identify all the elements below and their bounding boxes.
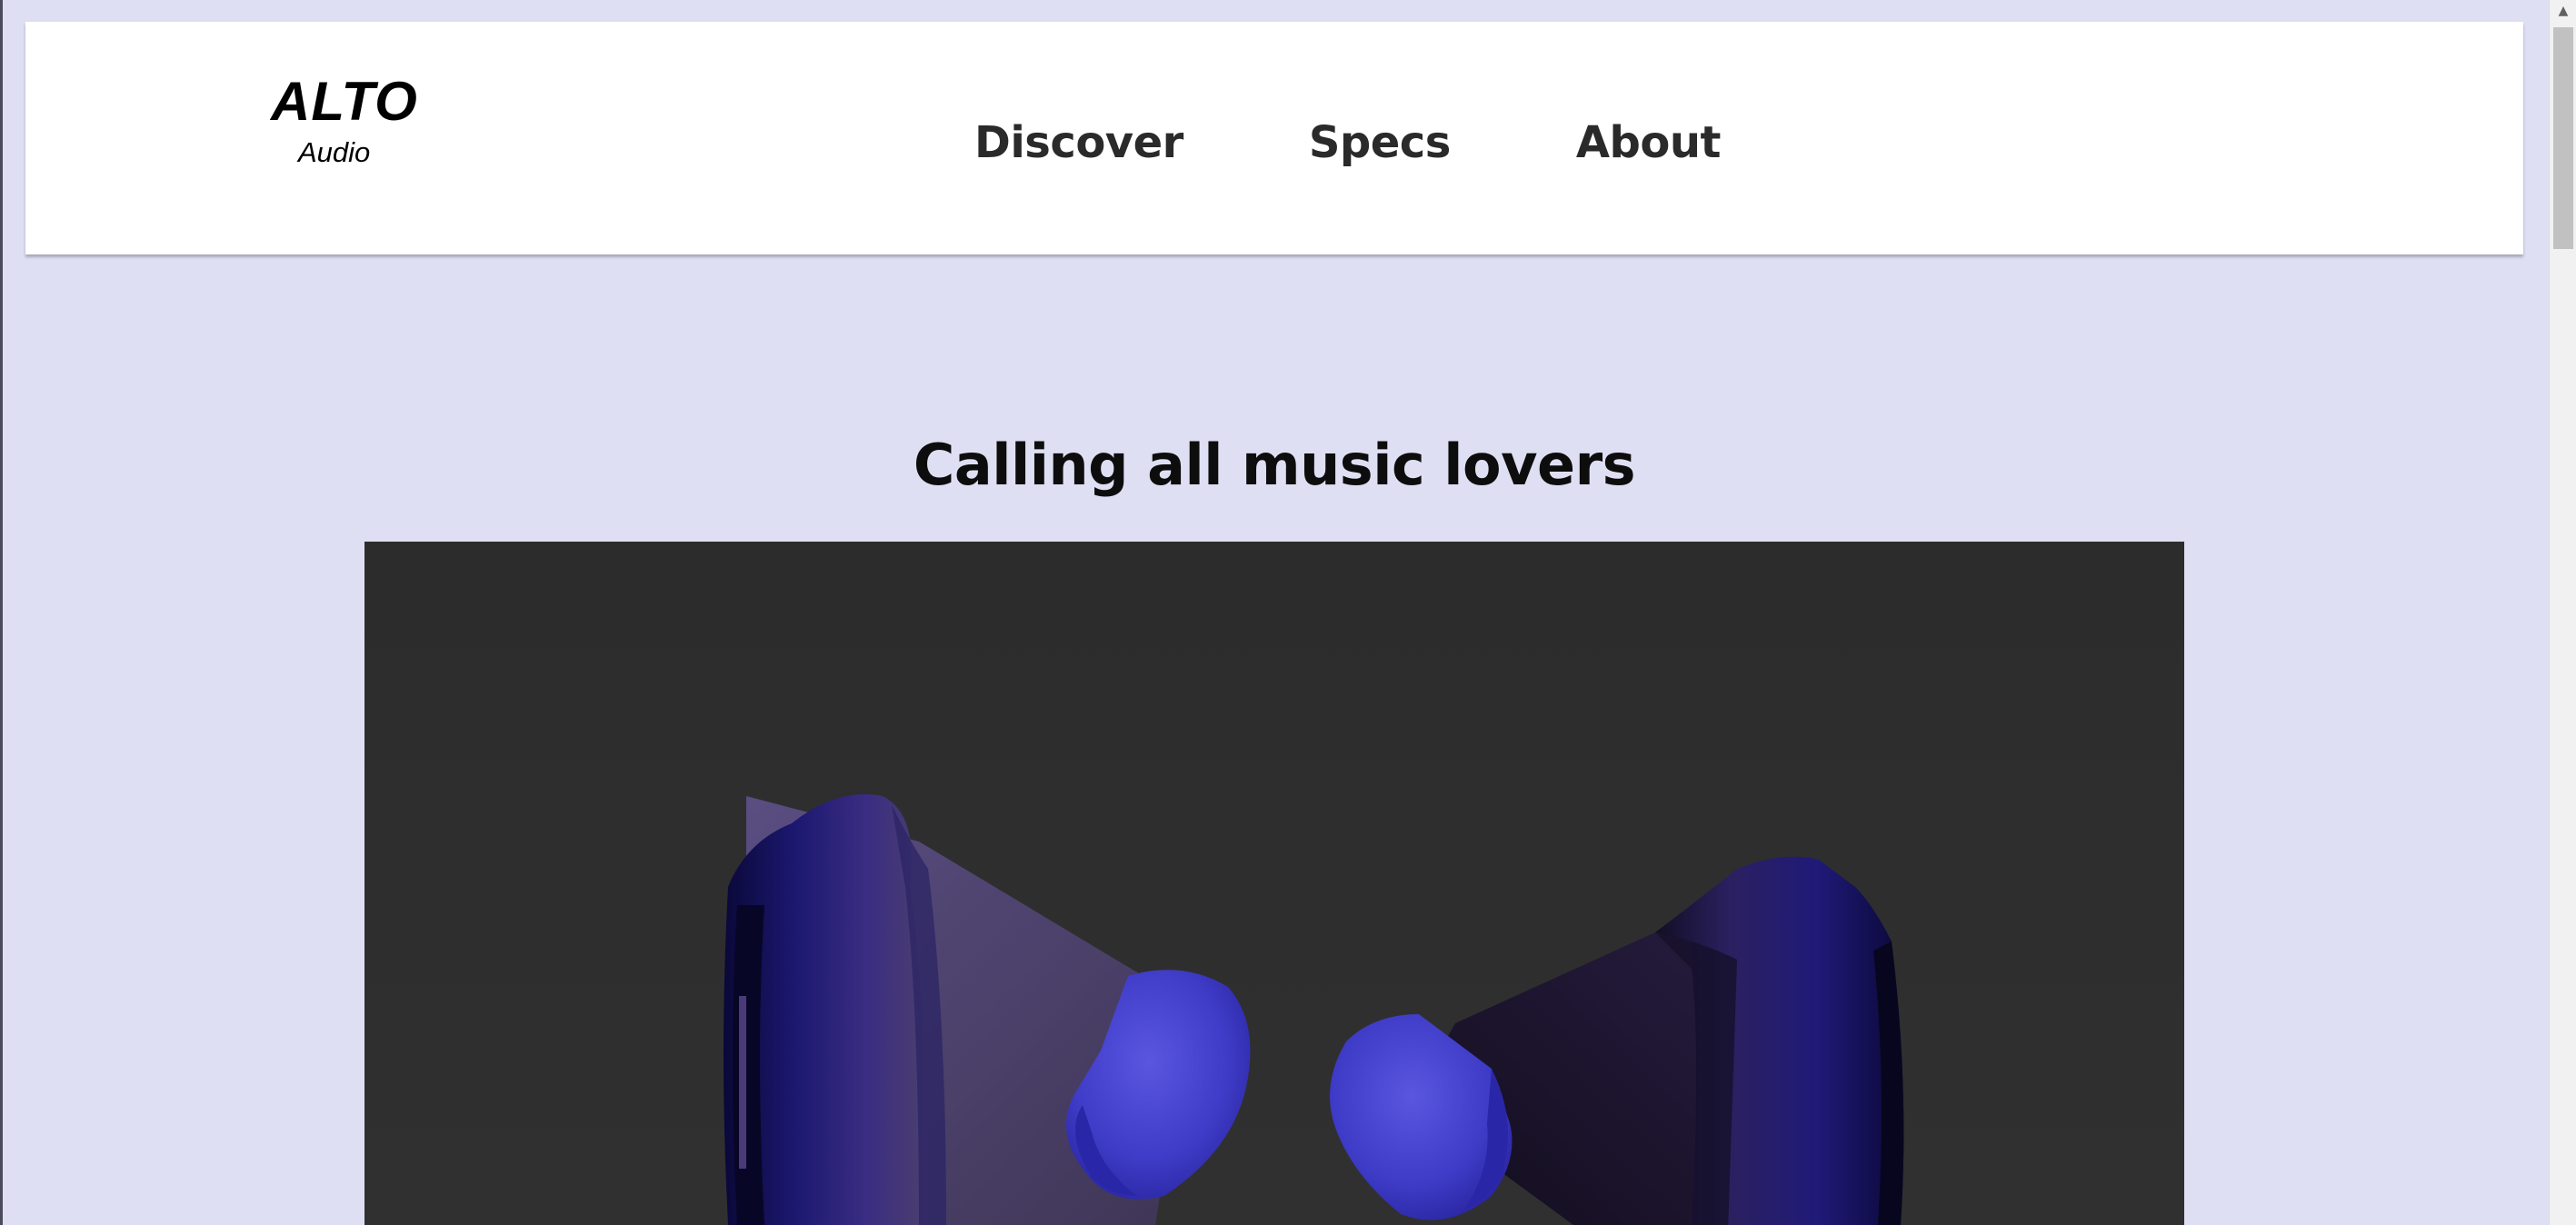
site-header: ALTO Audio Discover Specs About: [25, 22, 2523, 254]
earbuds-render: [364, 542, 2184, 1225]
nav-about[interactable]: About: [1576, 111, 1722, 174]
window-left-edge: [0, 0, 3, 1225]
triangle-up-icon[interactable]: ▲: [2550, 0, 2576, 22]
main-nav: Discover Specs About: [974, 111, 1721, 174]
scrollbar-thumb[interactable]: [2553, 27, 2573, 249]
nav-specs[interactable]: Specs: [1309, 111, 1452, 174]
page-top-strip: [3, 0, 2549, 22]
brand-logo[interactable]: ALTO Audio: [247, 75, 429, 202]
nav-discover[interactable]: Discover: [974, 111, 1183, 174]
product-3d-viewer[interactable]: [364, 542, 2184, 1225]
hero-title: Calling all music lovers: [913, 431, 1636, 498]
brand-name: ALTO: [271, 71, 418, 132]
vertical-scrollbar[interactable]: ▲: [2549, 0, 2576, 1225]
brand-subtitle: Audio: [298, 136, 371, 168]
